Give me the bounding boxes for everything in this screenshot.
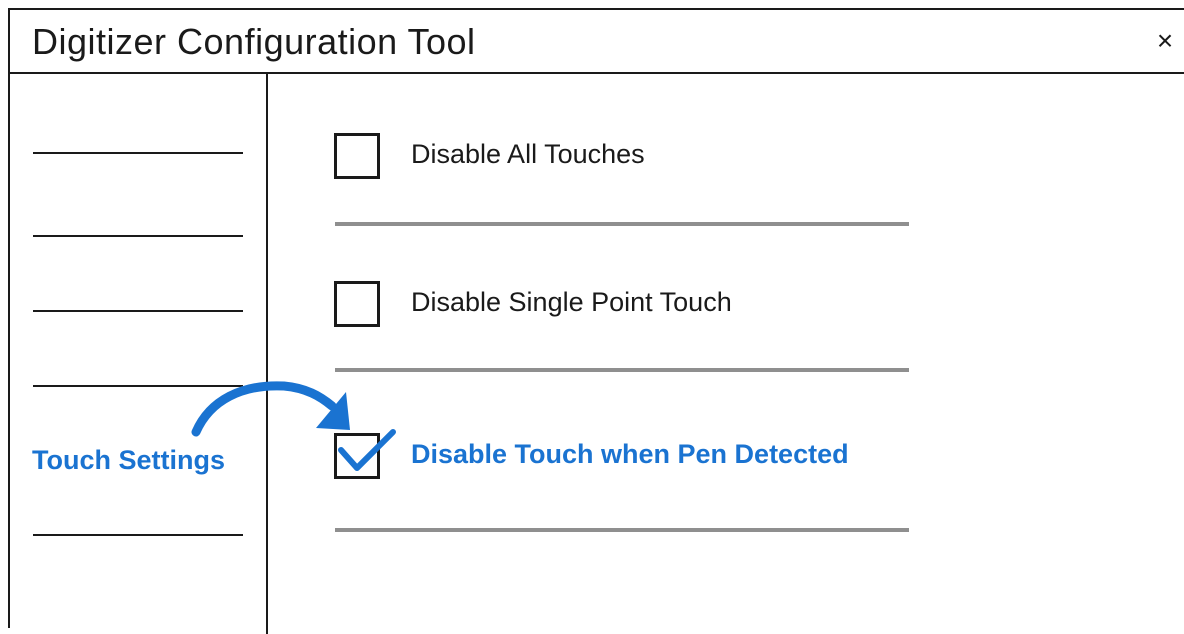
option-label: Disable All Touches [411, 139, 645, 169]
checkbox-disable-single-point-touch[interactable] [334, 281, 380, 327]
divider [335, 528, 909, 532]
divider [335, 222, 909, 226]
title-bar: Digitizer Configuration Tool × [10, 10, 1184, 74]
option-label: Disable Touch when Pen Detected [411, 439, 849, 469]
sidebar-item-touch-settings[interactable]: Touch Settings [32, 445, 225, 476]
sidebar-item-2[interactable] [33, 235, 243, 237]
sidebar-item-1[interactable] [33, 152, 243, 154]
window-title: Digitizer Configuration Tool [32, 21, 476, 62]
option-disable-all-touches[interactable]: Disable All Touches [334, 133, 934, 193]
option-disable-single-point-touch[interactable]: Disable Single Point Touch [334, 281, 934, 341]
curved-arrow-icon [191, 381, 350, 437]
sidebar-item-6[interactable] [33, 534, 243, 536]
close-icon[interactable]: × [1148, 24, 1182, 58]
option-label: Disable Single Point Touch [411, 287, 732, 317]
divider [335, 368, 909, 372]
sidebar: Touch Settings [10, 74, 268, 634]
checkbox-disable-all-touches[interactable] [334, 133, 380, 179]
sidebar-item-3[interactable] [33, 310, 243, 312]
option-disable-touch-when-pen-detected[interactable]: Disable Touch when Pen Detected [334, 429, 934, 493]
